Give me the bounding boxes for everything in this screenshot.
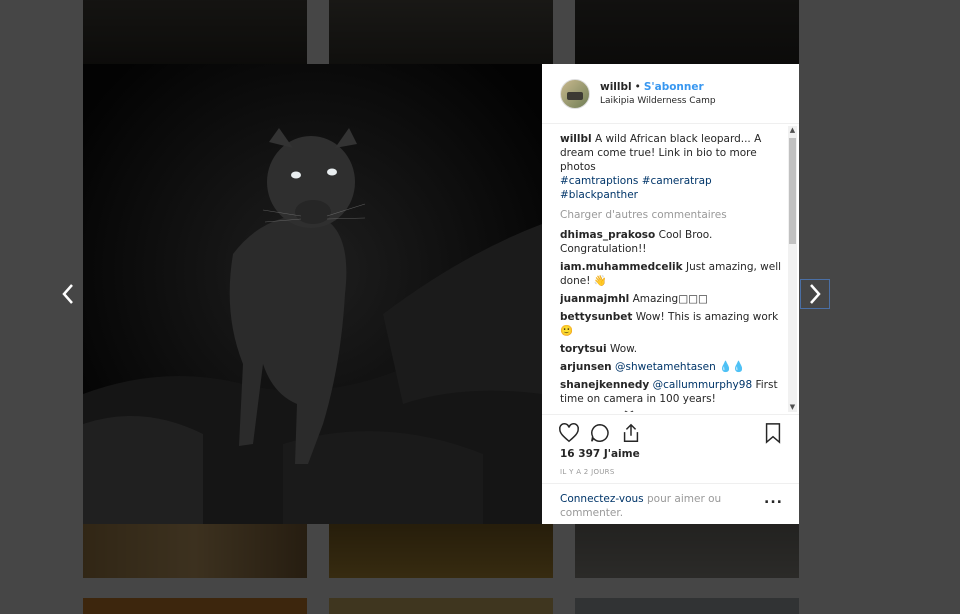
login-prompt: Connectez-vous pour aimer ou commenter. <box>542 483 799 520</box>
comment-username[interactable]: frankfinch <box>560 411 620 412</box>
post-side-panel: willbl • S'abonner Laikipia Wilderness Cam… <box>542 64 799 524</box>
post-photo[interactable] <box>83 64 542 524</box>
previous-post-arrow[interactable] <box>53 279 83 309</box>
comment-username[interactable]: iam.muhammedcelik <box>560 261 683 273</box>
comment-username[interactable]: dhimas_prakoso <box>560 229 655 241</box>
header-text: willbl • S'abonner Laikipia Wilderness Cam… <box>600 81 716 106</box>
header-line: willbl • S'abonner <box>600 81 716 93</box>
action-icons <box>558 422 642 447</box>
caption-hashtags[interactable]: #camtraptions #cameratrap #blackpanther <box>560 175 712 201</box>
comment-mention[interactable]: @callummurphy98 <box>653 379 753 391</box>
comment-item: iam.muhammedcelik Just amazing, well don… <box>560 260 782 288</box>
comment-username[interactable]: shanejkennedy <box>560 379 649 391</box>
comment-text: 😺 <box>624 411 635 412</box>
heart-icon[interactable] <box>558 422 580 447</box>
comment-username[interactable]: arjunsen <box>560 361 612 373</box>
bookmark-icon[interactable] <box>762 422 784 447</box>
separator-dot: • <box>634 81 641 93</box>
comments-scrollbar[interactable]: ▲ ▼ <box>788 126 797 412</box>
comment-text: Amazing□□□ <box>632 293 708 305</box>
comment-mention[interactable]: @shwetamehtasen <box>615 361 716 373</box>
comment-username[interactable]: torytsui <box>560 343 607 355</box>
scrollbar-thumb[interactable] <box>789 138 796 244</box>
scroll-up-icon[interactable]: ▲ <box>788 126 797 135</box>
share-icon[interactable] <box>620 422 642 447</box>
comment-icon[interactable] <box>589 422 611 447</box>
post-timestamp[interactable]: IL Y A 2 JOURS <box>560 468 615 476</box>
comment-item: torytsui Wow. <box>560 342 782 356</box>
load-more-comments-button[interactable]: Charger d'autres commentaires <box>560 208 782 222</box>
comment-item: shanejkennedy @callummurphy98 First time… <box>560 378 782 406</box>
caption-username[interactable]: willbl <box>560 133 592 145</box>
comment-username[interactable]: bettysunbet <box>560 311 632 323</box>
post-caption: willbl A wild African black leopard... A… <box>560 132 782 202</box>
avatar[interactable] <box>560 78 590 109</box>
comment-text: 💧💧 <box>719 361 746 373</box>
post-modal: willbl • S'abonner Laikipia Wilderness Cam… <box>83 64 799 524</box>
likes-count[interactable]: 16 397 J'aime <box>560 448 640 460</box>
black-leopard-image <box>83 64 542 524</box>
login-link[interactable]: Connectez-vous <box>560 493 644 505</box>
post-header: willbl • S'abonner Laikipia Wilderness Cam… <box>542 64 799 124</box>
more-options-button[interactable]: ... <box>764 491 783 507</box>
chevron-left-icon <box>62 284 73 304</box>
follow-button[interactable]: S'abonner <box>644 81 704 93</box>
comment-item: dhimas_prakoso Cool Broo. Congratulation… <box>560 228 782 256</box>
comment-item: bettysunbet Wow! This is amazing work 🙂 <box>560 310 782 338</box>
comment-text: Wow. <box>609 343 638 355</box>
comments-list[interactable]: willbl A wild African black leopard... A… <box>560 132 782 412</box>
comment-item: arjunsen @shwetamehtasen 💧💧 <box>560 360 782 374</box>
scroll-down-icon[interactable]: ▼ <box>788 403 797 412</box>
comment-item: juanmajmhl Amazing□□□ <box>560 292 782 306</box>
next-post-arrow[interactable] <box>800 279 830 309</box>
chevron-right-icon <box>810 284 821 304</box>
comment-item: frankfinch 😺 <box>560 410 782 412</box>
post-actions: 16 397 J'aime IL Y A 2 JOURS Connectez-v… <box>542 414 799 522</box>
header-username[interactable]: willbl <box>600 81 632 93</box>
comment-username[interactable]: juanmajmhl <box>560 293 629 305</box>
location-link[interactable]: Laikipia Wilderness Camp <box>600 96 716 106</box>
